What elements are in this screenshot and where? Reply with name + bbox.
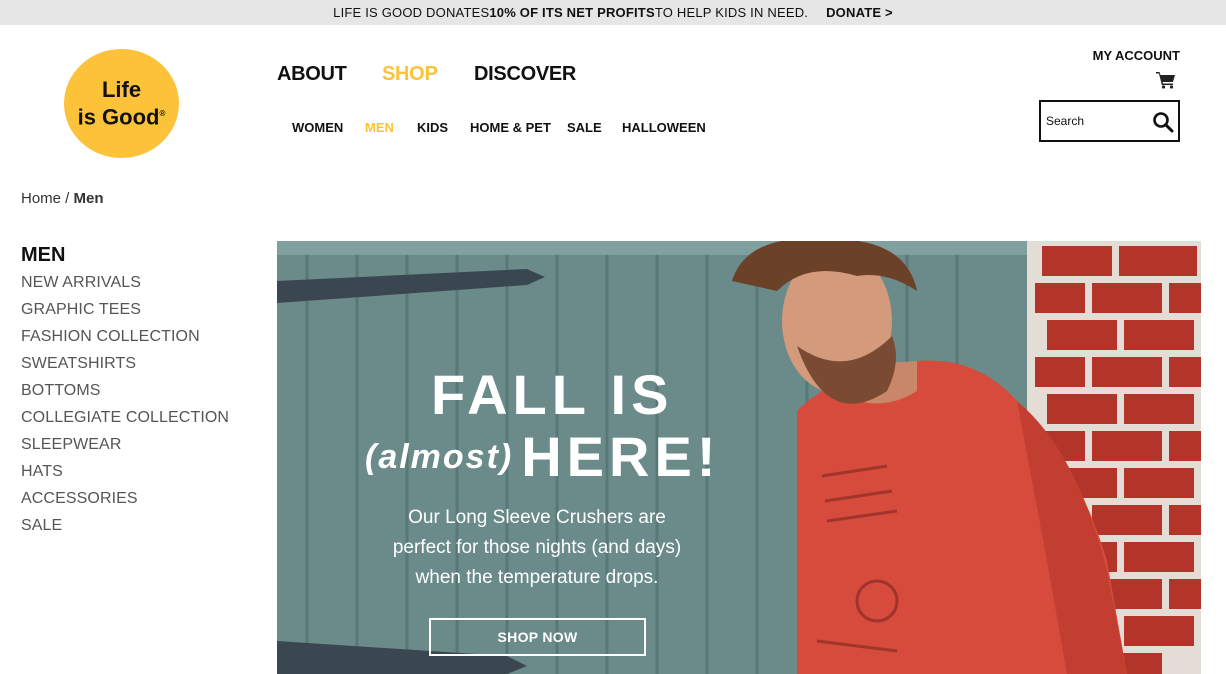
hero-body-text: Our Long Sleeve Crushers are perfect for… [377,503,697,593]
sidebar-item-sweatshirts[interactable]: SWEATSHIRTS [21,355,229,382]
search-icon[interactable] [1152,111,1174,133]
cart-icon[interactable] [1156,71,1176,89]
sidebar-item-collegiate-collection[interactable]: COLLEGIATE COLLECTION [21,409,229,436]
sidebar-item-hats[interactable]: HATS [21,463,229,490]
sidebar-item-sale[interactable]: SALE [21,517,229,544]
hero-headline-almost-here: (almost) HERE! [365,427,720,487]
promo-text-start: LIFE IS GOOD DONATES [333,5,490,20]
hero-headline-fall-is: FALL IS [431,363,674,426]
promo-text-end: TO HELP KIDS IN NEED. [654,5,809,20]
logo-line-2: is Good® [77,104,166,130]
hero-headline-almost: (almost) [365,438,514,476]
hero-body-line-1: Our Long Sleeve Crushers are [408,507,666,528]
sidebar-item-new-arrivals[interactable]: NEW ARRIVALS [21,274,229,301]
breadcrumb: Home / Men [21,190,104,207]
sidebar-item-accessories[interactable]: ACCESSORIES [21,490,229,517]
nav-discover[interactable]: DISCOVER [474,63,576,86]
logo-line-1: Life [101,76,142,102]
sidebar-item-bottoms[interactable]: BOTTOMS [21,382,229,409]
sidebar-item-sleepwear[interactable]: SLEEPWEAR [21,436,229,463]
hero-body-line-3: when the temperature drops. [415,567,659,588]
subnav-kids[interactable]: KIDS [417,120,448,135]
sidebar-item-graphic-tees[interactable]: GRAPHIC TEES [21,301,229,328]
subnav-women[interactable]: WOMEN [292,120,343,135]
breadcrumb-current: Men [73,190,104,207]
sidebar-title: MEN [21,244,66,266]
shop-now-button[interactable]: SHOP NOW [429,618,646,656]
nav-shop[interactable]: SHOP [382,63,438,86]
breadcrumb-home[interactable]: Home [21,190,61,207]
subnav-halloween[interactable]: HALLOWEEN [622,120,706,135]
hero-body-line-2: perfect for those nights (and days) [392,537,682,558]
sidebar-category-list: NEW ARRIVALS GRAPHIC TEES FASHION COLLEC… [21,274,229,544]
hero-headline-here: HERE! [521,425,721,488]
my-account-link[interactable]: MY ACCOUNT [1093,48,1180,63]
subnav-home-pet[interactable]: HOME & PET [470,120,551,135]
subnav-sale[interactable]: SALE [567,120,602,135]
promo-banner: LIFE IS GOOD DONATES 10% OF ITS NET PROF… [0,0,1226,25]
search-input[interactable] [1046,114,1146,128]
hero-banner[interactable]: FALL IS (almost) HERE! Our Long Sleeve Cr… [277,241,1201,674]
nav-about[interactable]: ABOUT [277,63,347,86]
sidebar-item-fashion-collection[interactable]: FASHION COLLECTION [21,328,229,355]
donate-link[interactable]: DONATE > [826,5,893,20]
breadcrumb-separator: / [61,190,74,207]
search-box [1039,100,1180,142]
subnav-men[interactable]: MEN [365,120,394,135]
life-is-good-logo[interactable]: Life is Good® [64,49,179,158]
promo-text-bold: 10% OF ITS NET PROFITS [489,5,655,20]
